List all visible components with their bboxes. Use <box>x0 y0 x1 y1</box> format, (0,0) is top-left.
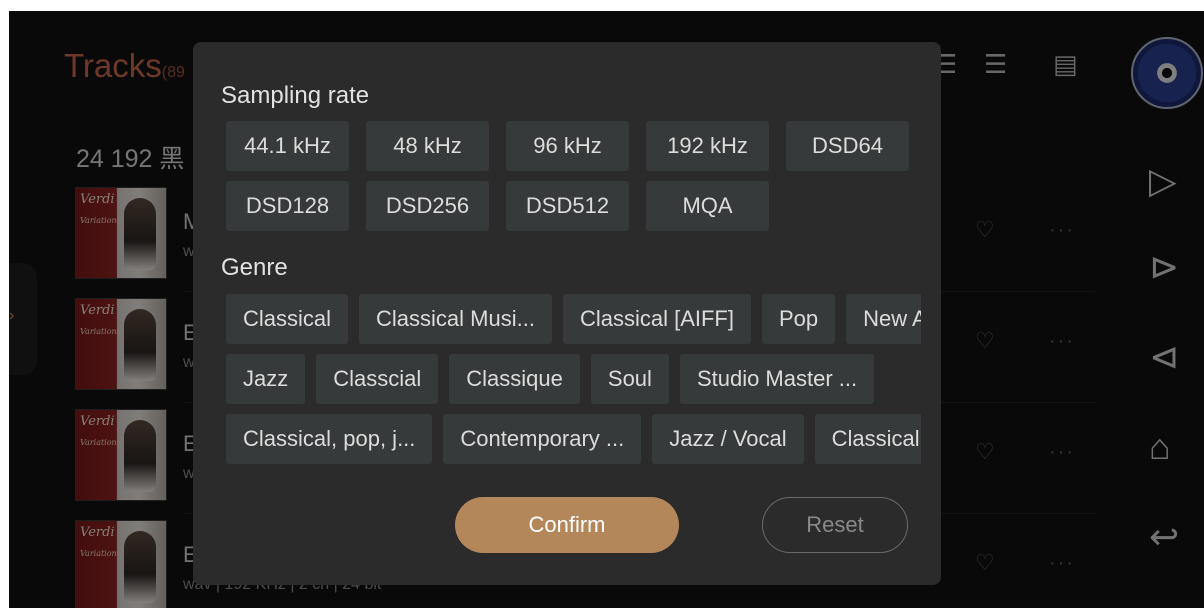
chip-genre-classical-pop-jazz[interactable]: Classical, pop, j... <box>226 414 433 464</box>
genre-title: Genre <box>221 254 288 281</box>
confirm-button[interactable]: Confirm <box>455 497 679 553</box>
chip-genre-classcial[interactable]: Classcial <box>316 354 439 404</box>
chip-genre-contemporary[interactable]: Contemporary ... <box>443 414 642 464</box>
chip-genre-classical-music[interactable]: Classical Musi... <box>359 294 552 344</box>
app-screen: Tracks(89 ☰ ☰ ▤ 24 192 黑 › Verdi Variati… <box>9 11 1204 608</box>
chip-genre-classique[interactable]: Classique <box>449 354 580 404</box>
chip-genre-classical-2[interactable]: Classical <box>814 414 921 464</box>
chip-genre-studio-master[interactable]: Studio Master ... <box>679 354 875 404</box>
chip-44-1-khz[interactable]: 44.1 kHz <box>226 121 349 171</box>
chip-genre-pop[interactable]: Pop <box>761 294 836 344</box>
sampling-rate-title: Sampling rate <box>221 82 370 109</box>
chip-dsd256[interactable]: DSD256 <box>366 181 489 231</box>
sampling-rate-row-1: 44.1 kHz 48 kHz 96 kHz 192 kHz DSD64 <box>226 121 921 171</box>
chip-dsd512[interactable]: DSD512 <box>506 181 629 231</box>
reset-button[interactable]: Reset <box>762 497 908 553</box>
chip-dsd64[interactable]: DSD64 <box>786 121 909 171</box>
chip-48-khz[interactable]: 48 kHz <box>366 121 489 171</box>
chip-dsd128[interactable]: DSD128 <box>226 181 349 231</box>
chip-genre-new-age[interactable]: New Age <box>846 294 921 344</box>
genre-row-1: Classical Classical Musi... Classical [AIF… <box>226 294 921 344</box>
chip-96-khz[interactable]: 96 kHz <box>506 121 629 171</box>
chip-genre-jazz[interactable]: Jazz <box>226 354 306 404</box>
chip-genre-jazz-vocal[interactable]: Jazz / Vocal <box>652 414 804 464</box>
chip-mqa[interactable]: MQA <box>646 181 769 231</box>
chip-genre-classical[interactable]: Classical <box>226 294 349 344</box>
genre-row-2: Jazz Classcial Classique Soul Studio Master … <box>226 354 921 404</box>
sampling-rate-row-2: DSD128 DSD256 DSD512 MQA <box>226 181 921 231</box>
chip-192-khz[interactable]: 192 kHz <box>646 121 769 171</box>
chip-genre-classical-aiff[interactable]: Classical [AIFF] <box>562 294 751 344</box>
filter-dialog: Sampling rate 44.1 kHz 48 kHz 96 kHz 192 kH… <box>193 42 941 585</box>
chip-genre-soul[interactable]: Soul <box>590 354 669 404</box>
genre-row-3: Classical, pop, j... Contemporary ... Jazz… <box>226 414 921 464</box>
